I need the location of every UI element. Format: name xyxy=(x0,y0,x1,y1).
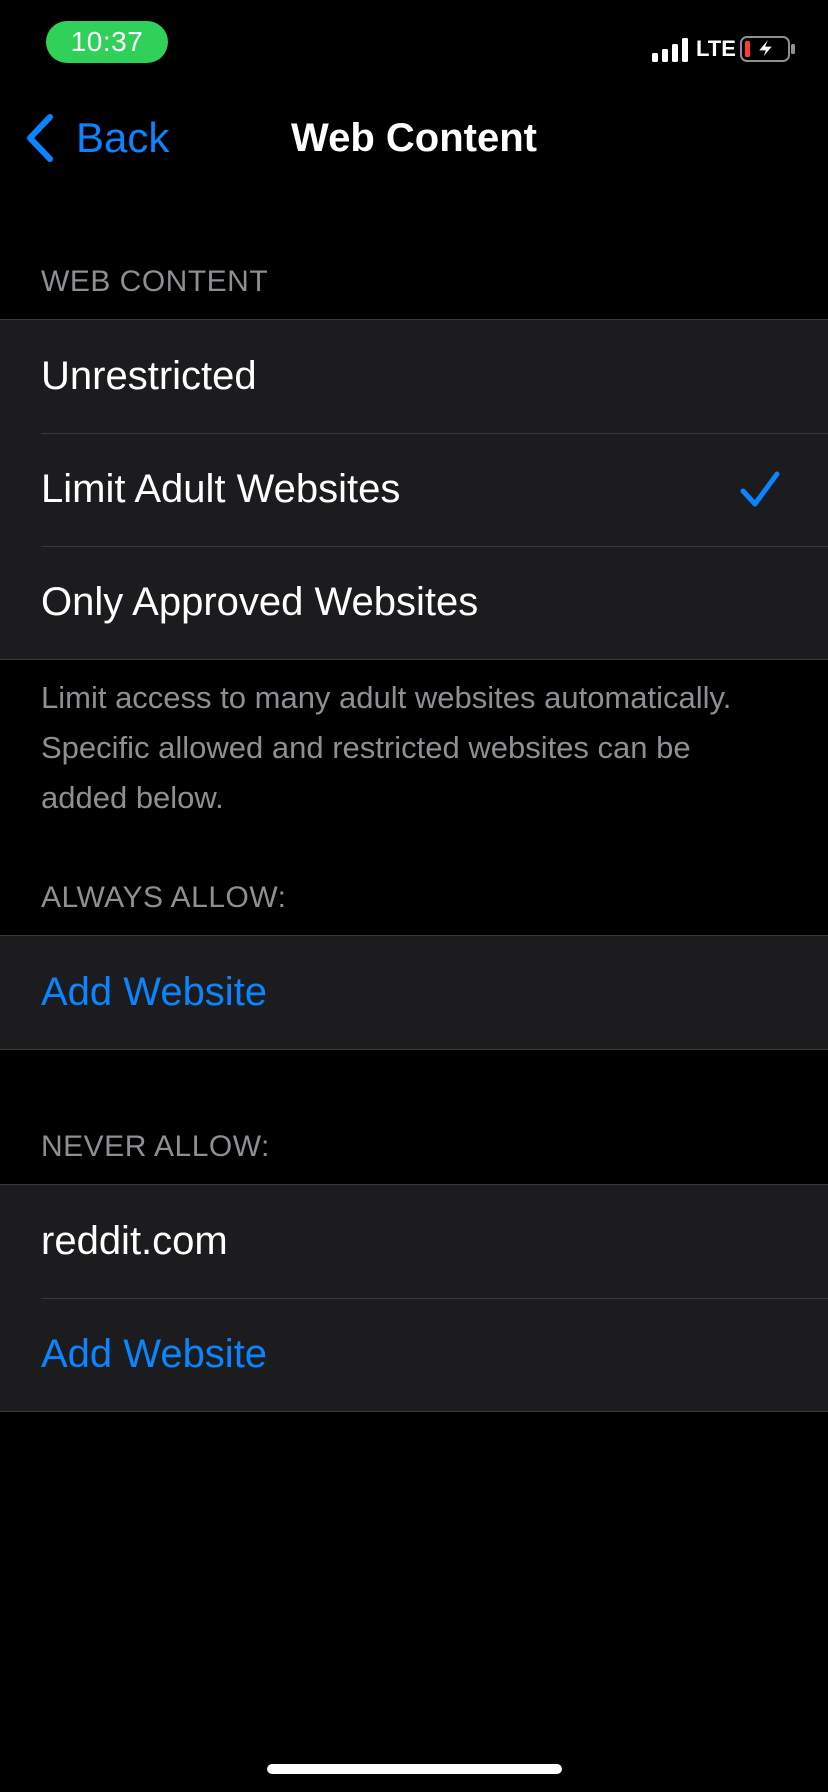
web-content-description: Limit access to many adult websites auto… xyxy=(41,680,732,815)
always-allow-group: Add Website xyxy=(0,935,828,1050)
navigation-bar: Back Web Content xyxy=(0,100,828,176)
network-type-label: LTE xyxy=(696,36,736,61)
site-label: reddit.com xyxy=(41,1219,228,1263)
web-content-options-group: Unrestricted Limit Adult Websites Only A… xyxy=(0,319,828,660)
always-allow-add-website-button[interactable]: Add Website xyxy=(0,936,828,1049)
home-indicator[interactable] xyxy=(267,1764,562,1774)
option-limit-adult-websites[interactable]: Limit Adult Websites xyxy=(0,433,828,546)
status-bar: 10:37 LTE xyxy=(0,0,828,100)
option-label: Unrestricted xyxy=(41,354,257,398)
checkmark-icon xyxy=(740,471,780,507)
option-label: Only Approved Websites xyxy=(41,580,479,624)
status-time[interactable]: 10:37 xyxy=(46,21,168,63)
web-content-section-header: WEB CONTENT xyxy=(41,265,269,298)
add-website-label: Add Website xyxy=(41,970,268,1014)
never-allow-group: reddit.com Add Website xyxy=(0,1184,828,1412)
option-only-approved-websites[interactable]: Only Approved Websites xyxy=(0,546,828,659)
option-label: Limit Adult Websites xyxy=(41,467,401,511)
always-allow-section-header: ALWAYS ALLOW: xyxy=(41,881,287,914)
cellular-signal-icon xyxy=(652,38,688,62)
option-unrestricted[interactable]: Unrestricted xyxy=(0,320,828,433)
never-allow-add-website-button[interactable]: Add Website xyxy=(0,1298,828,1411)
never-allow-section-header: NEVER ALLOW: xyxy=(41,1130,270,1163)
never-allow-site-item[interactable]: reddit.com xyxy=(0,1185,828,1298)
add-website-label: Add Website xyxy=(41,1332,268,1376)
page-title: Web Content xyxy=(291,116,537,160)
battery-charging-icon xyxy=(740,36,795,62)
